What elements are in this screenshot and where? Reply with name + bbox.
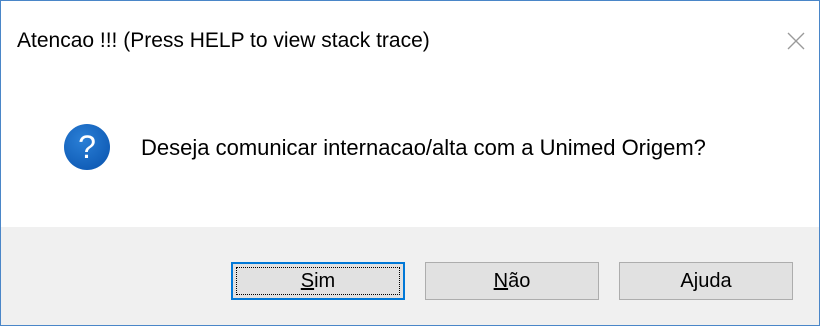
yes-mnemonic: S — [300, 269, 315, 292]
no-button[interactable]: Não — [425, 262, 599, 300]
help-button[interactable]: Ajuda — [619, 262, 793, 300]
button-bar: Sim Não Ajuda — [1, 227, 819, 325]
yes-label-rest: im — [314, 269, 336, 292]
no-mnemonic: N — [493, 269, 509, 292]
help-button-label: Ajuda — [680, 269, 732, 292]
dialog-message: Deseja comunicar internacao/alta com a U… — [141, 135, 706, 160]
question-icon: ? — [63, 123, 111, 171]
title-bar: Atencao !!! (Press HELP to view stack tr… — [1, 1, 819, 81]
close-icon — [786, 31, 806, 51]
no-label-rest: ão — [508, 269, 531, 292]
no-button-label: Não — [494, 270, 531, 293]
yes-button[interactable]: Sim — [231, 262, 405, 300]
dialog-content: ? Deseja comunicar internacao/alta com a… — [1, 81, 819, 227]
dialog-title: Atencao !!! (Press HELP to view stack tr… — [17, 29, 430, 52]
close-button[interactable] — [773, 19, 819, 63]
yes-button-label: Sim — [301, 270, 335, 293]
message-dialog: Atencao !!! (Press HELP to view stack tr… — [0, 0, 820, 326]
svg-text:?: ? — [78, 129, 96, 165]
